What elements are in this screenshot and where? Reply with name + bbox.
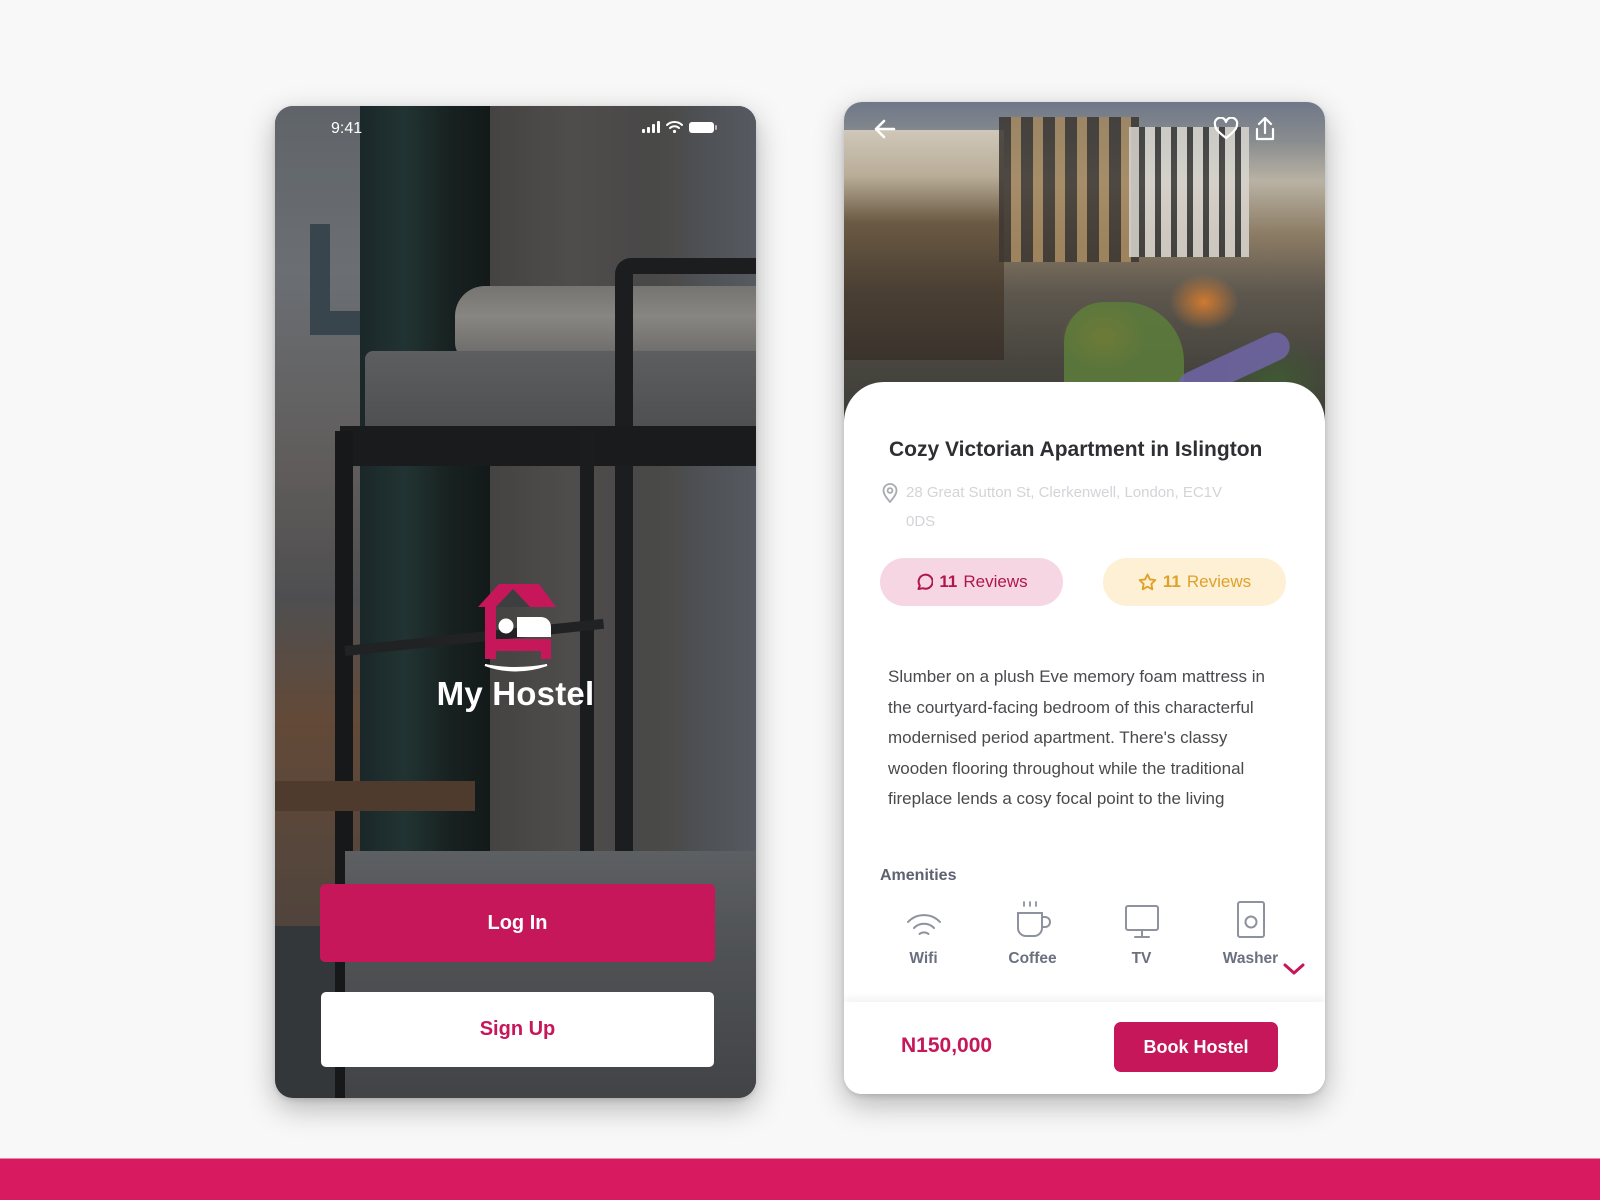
app-name: My Hostel [436,675,595,712]
amenities-heading: Amenities [880,867,957,884]
location-pin-icon [882,483,898,503]
amenity-tv: TV [1087,896,1196,968]
amenity-label: Wifi [909,950,938,967]
price: N150,000 [901,1034,993,1057]
address-text: 28 Great Sutton St, Clerkenwell, London,… [906,484,1223,530]
book-hostel-button[interactable]: Book Hostel [1114,1022,1278,1072]
listing-address: 28 Great Sutton St, Clerkenwell, London,… [882,478,1242,536]
star-icon [1138,573,1157,591]
amenity-wifi: Wifi [869,896,978,968]
house-bed-logo-icon [477,584,556,672]
amenity-label: Washer [1222,950,1279,967]
back-button[interactable] [870,114,900,144]
comment-review-count: 11 [939,572,958,591]
amenity-label: Coffee [1008,950,1057,967]
share-button[interactable] [1250,114,1280,144]
favorite-button[interactable] [1211,114,1241,144]
booking-bar: N150,000 Book Hostel [844,1002,1325,1094]
share-icon [1255,116,1275,141]
listing-title: Cozy Victorian Apartment in Islington [889,438,1263,461]
status-icons [642,121,717,133]
amenity-label: TV [1131,950,1152,967]
rating-review-label: Reviews [1186,572,1252,591]
comment-icon [917,573,934,590]
washer-icon [1236,901,1265,938]
hostel-detail-screen: Cozy Victorian Apartment in Islington 28… [844,102,1325,1094]
wifi-icon [666,121,683,133]
rating-reviews-pill[interactable]: 11 Reviews [1103,558,1286,606]
comment-reviews-pill[interactable]: 11 Reviews [880,558,1063,606]
expand-amenities-button[interactable] [1281,960,1307,980]
brand: My Hostel [275,581,756,713]
battery-icon [689,121,717,133]
coffee-cup-icon [1016,901,1051,937]
amenity-coffee: Coffee [978,896,1087,968]
comment-review-label: Reviews [963,572,1028,591]
signal-icon [642,121,660,133]
status-time: 9:41 [331,120,363,137]
wifi-icon [906,914,941,935]
amenity-washer: Washer [1196,896,1305,968]
decorative-band [0,1158,1600,1200]
monitor-icon [1124,905,1159,938]
heart-icon [1213,117,1239,140]
signup-button[interactable]: Sign Up [321,992,714,1067]
status-bar: 9:41 [275,106,756,150]
login-button[interactable]: Log In [320,884,715,962]
chevron-down-icon [1283,963,1305,974]
amenities-list: Wifi Coffee TV Washer [869,896,1309,968]
rating-review-count: 11 [1162,572,1181,591]
arrow-left-icon [874,119,896,139]
listing-description: Slumber on a plush Eve memory foam mattr… [888,667,1265,808]
welcome-screen: 9:41 My Hostel Log In Sign Up [275,106,756,1098]
detail-top-bar [844,102,1325,158]
detail-sheet: Cozy Victorian Apartment in Islington 28… [844,382,1325,1094]
